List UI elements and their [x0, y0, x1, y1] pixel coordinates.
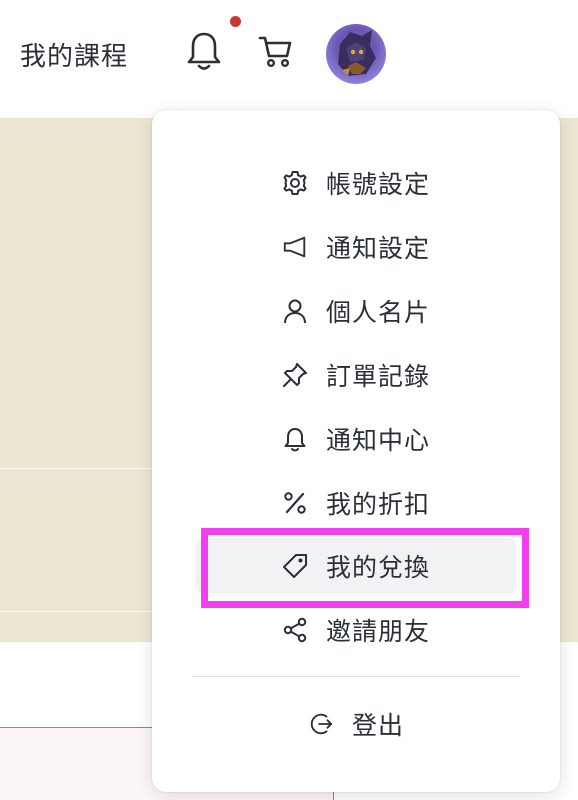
logout-button[interactable]: 登出: [196, 696, 516, 752]
menu-item-my-discounts[interactable]: 我的折扣: [196, 475, 516, 531]
menu-item-notification-settings[interactable]: 通知設定: [196, 219, 516, 275]
menu-item-invite-friends[interactable]: 邀請朋友: [196, 602, 516, 658]
avatar-image: [338, 30, 376, 76]
menu-item-label: 訂單記錄: [325, 362, 430, 391]
cart-icon: [258, 36, 292, 68]
menu-item-label: 邀請朋友: [325, 617, 430, 646]
logout-label: 登出: [351, 711, 404, 740]
user-avatar[interactable]: [326, 24, 386, 84]
menu-divider: [192, 676, 520, 677]
notifications-button[interactable]: [186, 16, 241, 72]
share-icon: [282, 617, 308, 643]
menu-item-label: 我的兌換: [325, 553, 430, 582]
logout-icon: [308, 711, 334, 737]
gear-icon: [282, 170, 308, 196]
percent-icon: [282, 490, 308, 516]
menu-item-label: 通知設定: [325, 234, 430, 263]
menu-item-label: 我的折扣: [325, 490, 430, 519]
menu-item-label: 通知中心: [325, 426, 430, 455]
pin-icon: [282, 362, 308, 388]
megaphone-icon: [282, 234, 308, 260]
menu-item-notification-center[interactable]: 通知中心: [196, 411, 516, 467]
menu-item-my-redemptions[interactable]: 我的兌換: [196, 538, 516, 594]
menu-item-profile-card[interactable]: 個人名片: [196, 283, 516, 339]
tag-icon: [282, 553, 308, 579]
user-icon: [282, 298, 308, 324]
account-dropdown-menu: 帳號設定 通知設定 個人名片 訂單記錄 通知中心 我的折扣 我的兌換 邀請朋友 …: [152, 110, 560, 792]
bell-icon: [187, 32, 221, 70]
cart-button[interactable]: [258, 34, 294, 70]
menu-item-label: 帳號設定: [325, 170, 430, 199]
bell-icon: [282, 426, 308, 452]
menu-item-account-settings[interactable]: 帳號設定: [196, 155, 516, 211]
menu-item-order-history[interactable]: 訂單記錄: [196, 347, 516, 403]
top-navigation-bar: 我的課程: [0, 0, 578, 118]
menu-item-label: 個人名片: [325, 298, 430, 327]
notification-badge-dot: [230, 16, 241, 27]
my-courses-link[interactable]: 我的課程: [20, 36, 128, 73]
